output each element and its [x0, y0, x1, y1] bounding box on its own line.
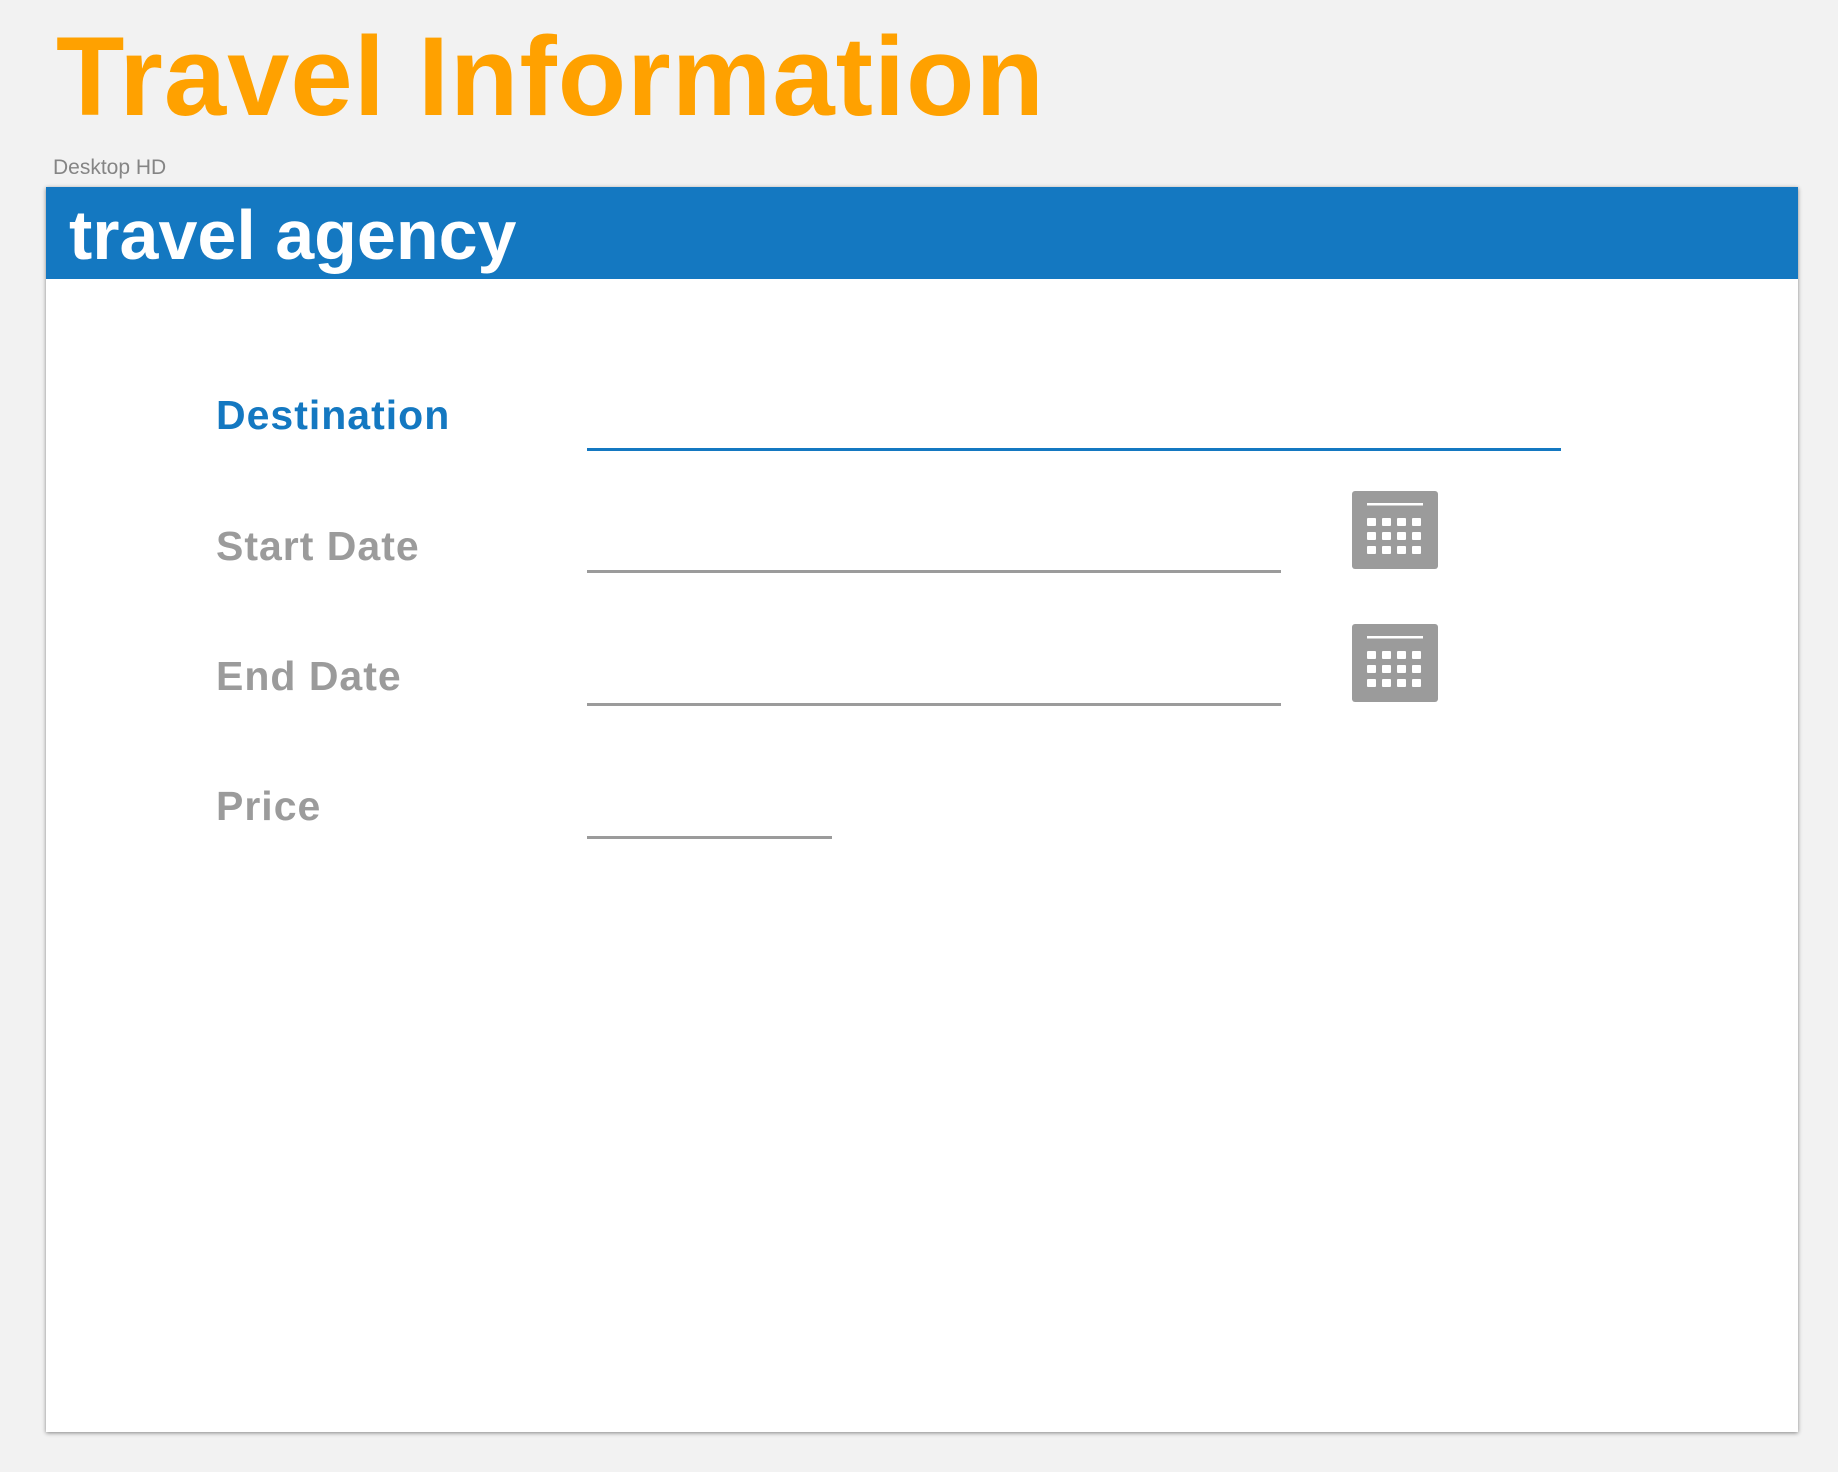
start-date-label: Start Date	[216, 523, 420, 569]
artboard-label: Desktop HD	[53, 156, 167, 179]
app-header: travel agency	[46, 187, 1798, 279]
destination-label: Destination	[216, 392, 451, 438]
end-date-calendar-button[interactable]	[1352, 624, 1438, 702]
page-title: Travel Information	[56, 14, 1045, 139]
brand-logo[interactable]: travel agency	[69, 195, 516, 275]
artboard-desktop-hd: travel agency Destination Start Date End…	[46, 187, 1798, 1432]
start-date-calendar-button[interactable]	[1352, 491, 1438, 569]
end-date-input[interactable]	[587, 659, 1281, 706]
price-label: Price	[216, 783, 322, 829]
destination-input[interactable]	[587, 404, 1561, 451]
price-input[interactable]	[587, 792, 832, 839]
calendar-icon	[1367, 636, 1423, 687]
calendar-icon	[1367, 503, 1423, 554]
start-date-input[interactable]	[587, 526, 1281, 573]
end-date-label: End Date	[216, 653, 402, 699]
